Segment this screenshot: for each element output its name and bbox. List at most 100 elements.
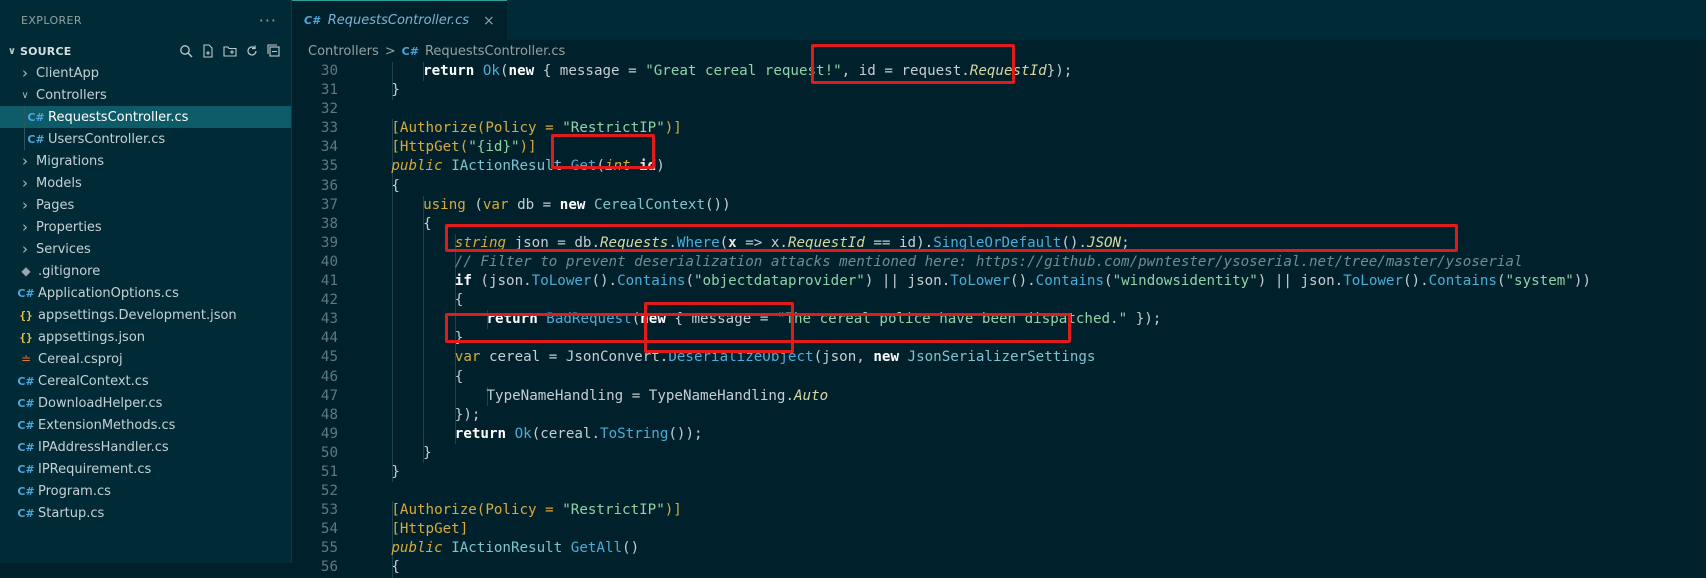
line-number: 39 xyxy=(320,234,338,251)
tree-item-label: Cereal.csproj xyxy=(38,351,123,367)
file-item[interactable]: ≐ Cereal.csproj xyxy=(0,348,291,370)
code-line[interactable]: 31} xyxy=(292,81,1706,101)
search-icon[interactable] xyxy=(179,44,193,58)
code-line[interactable]: 50} xyxy=(292,443,1706,463)
indent-guide xyxy=(391,214,393,234)
code-text: } xyxy=(391,463,400,480)
code-line[interactable]: 33 [Authorize(Policy = "RestrictIP")] xyxy=(292,119,1706,139)
source-section-header[interactable]: ∨ SOURCE xyxy=(0,40,291,62)
code-line[interactable]: 49 return Ok(cereal.ToString()); xyxy=(292,424,1706,444)
file-item[interactable]: {} appsettings.json xyxy=(0,326,291,348)
indent-guide xyxy=(423,252,425,273)
chevron-down-icon[interactable]: ∨ xyxy=(4,46,20,57)
folder-item[interactable]: › Services xyxy=(0,238,291,260)
section-title: SOURCE xyxy=(20,44,72,58)
line-number: 51 xyxy=(320,463,338,480)
breadcrumb-folder[interactable]: Controllers xyxy=(308,44,379,59)
indent-guide xyxy=(423,405,425,425)
file-item[interactable]: {} appsettings.Development.json xyxy=(0,304,291,326)
code-line[interactable]: 51} xyxy=(292,462,1706,483)
indent-guide xyxy=(455,386,457,406)
code-line[interactable]: 56 { xyxy=(292,558,1706,578)
indent-guide xyxy=(391,62,393,82)
code-line[interactable]: 36 { xyxy=(292,176,1706,196)
chevron-right-icon[interactable]: › xyxy=(18,174,32,192)
folder-item[interactable]: › Models xyxy=(0,172,291,194)
code-line[interactable]: 42 { xyxy=(292,291,1706,311)
chevron-right-icon[interactable]: › xyxy=(18,196,32,214)
new-file-icon[interactable] xyxy=(201,44,215,58)
code-line[interactable]: 34 [HttpGet("{id}")] xyxy=(292,138,1706,158)
more-actions-icon[interactable]: ··· xyxy=(259,11,277,30)
chevron-right-icon[interactable]: › xyxy=(18,240,32,258)
file-item[interactable]: C# ApplicationOptions.cs xyxy=(0,282,291,304)
tree-item-label: IPAddressHandler.cs xyxy=(38,439,169,455)
indent-guide xyxy=(24,106,25,128)
section-actions xyxy=(179,44,291,58)
code-line[interactable]: 37 using (var db = new CerealContext()) xyxy=(292,195,1706,215)
file-item[interactable]: C# DownloadHelper.cs xyxy=(0,392,291,414)
csharp-file-icon: C# xyxy=(27,110,45,124)
file-item[interactable]: C# IPRequirement.cs xyxy=(0,458,291,480)
code-line[interactable]: 41 if (json.ToLower().Contains("objectdat… xyxy=(292,272,1706,292)
tree-item-label: ExtensionMethods.cs xyxy=(38,417,176,433)
csharp-file-icon: C# xyxy=(27,132,45,146)
file-item[interactable]: C# Startup.cs xyxy=(0,502,291,524)
file-item[interactable]: C# ExtensionMethods.cs xyxy=(0,414,291,436)
chevron-right-icon[interactable]: › xyxy=(18,218,32,236)
chevron-right-icon[interactable]: › xyxy=(18,152,32,170)
file-item[interactable]: C# CerealContext.cs xyxy=(0,370,291,392)
indent-guide xyxy=(423,348,425,368)
file-item[interactable]: C# IPAddressHandler.cs xyxy=(0,436,291,458)
indent-guide xyxy=(423,424,425,444)
indent-guide xyxy=(391,272,393,292)
folder-item[interactable]: › Migrations xyxy=(0,150,291,172)
code-line[interactable]: 47 TypeNameHandling = TypeNameHandling.Au… xyxy=(292,386,1706,406)
new-folder-icon[interactable] xyxy=(223,44,237,58)
code-line[interactable]: 52 xyxy=(292,482,1706,501)
line-number: 43 xyxy=(320,311,338,328)
code-line[interactable]: 40 // Filter to prevent deserialization a… xyxy=(292,252,1706,273)
code-line[interactable]: 55 public IActionResult GetAll() xyxy=(292,539,1706,559)
line-number: 38 xyxy=(320,215,338,232)
close-icon[interactable]: × xyxy=(483,13,495,29)
collapse-all-icon[interactable] xyxy=(267,44,281,58)
file-item[interactable]: ◆ .gitignore xyxy=(0,260,291,282)
code-line[interactable]: 48}); xyxy=(292,405,1706,425)
code-text: } xyxy=(423,444,432,461)
tab-requests-controller[interactable]: C# RequestsController.cs × xyxy=(292,0,507,40)
code-line[interactable]: 35 public IActionResult Get(int id) xyxy=(292,157,1706,177)
indent-guide xyxy=(423,386,425,406)
code-text: // Filter to prevent deserialization att… xyxy=(454,253,1523,270)
line-number: 50 xyxy=(320,444,338,461)
code-line[interactable]: 44} xyxy=(292,329,1706,349)
folder-item[interactable]: › Pages xyxy=(0,194,291,216)
refresh-icon[interactable] xyxy=(245,44,259,58)
code-line[interactable]: 54 [HttpGet] xyxy=(292,520,1706,540)
file-item[interactable]: C# Program.cs xyxy=(0,480,291,502)
folder-item[interactable]: › ClientApp xyxy=(0,62,291,84)
chevron-down-icon[interactable]: ∨ xyxy=(18,90,32,101)
code-line[interactable]: 45 var cereal = JsonConvert.DeserializeOb… xyxy=(292,348,1706,368)
line-number: 41 xyxy=(320,273,338,290)
code-line[interactable]: 43 return BadRequest(new { message = "The… xyxy=(292,310,1706,330)
code-line[interactable]: 32 xyxy=(292,100,1706,119)
code-text: TypeNameHandling = TypeNameHandling.Auto xyxy=(486,387,829,404)
code-line[interactable]: 46 { xyxy=(292,367,1706,387)
code-editor[interactable]: 30 return Ok(new { message = "Great cerea… xyxy=(292,62,1706,578)
chevron-right-icon[interactable]: › xyxy=(18,64,32,82)
tree-item-label: RequestsController.cs xyxy=(48,109,189,125)
file-item[interactable]: C# RequestsController.cs xyxy=(0,106,291,128)
file-item[interactable]: C# UsersController.cs xyxy=(0,128,291,150)
code-line[interactable]: 39 string json = db.Requests.Where(x => x… xyxy=(292,233,1706,253)
code-line[interactable]: 53 [Authorize(Policy = "RestrictIP")] xyxy=(292,501,1706,521)
code-text: [Authorize(Policy = "RestrictIP")] xyxy=(391,120,682,137)
folder-item[interactable]: › Properties xyxy=(0,216,291,238)
line-number: 54 xyxy=(320,521,338,538)
folder-item[interactable]: ∨ Controllers xyxy=(0,84,291,106)
breadcrumb-file[interactable]: RequestsController.cs xyxy=(425,44,565,59)
code-text: [HttpGet] xyxy=(391,521,469,538)
code-line[interactable]: 38 { xyxy=(292,214,1706,234)
indent-guide xyxy=(423,367,425,387)
code-line[interactable]: 30 return Ok(new { message = "Great cerea… xyxy=(292,62,1706,82)
